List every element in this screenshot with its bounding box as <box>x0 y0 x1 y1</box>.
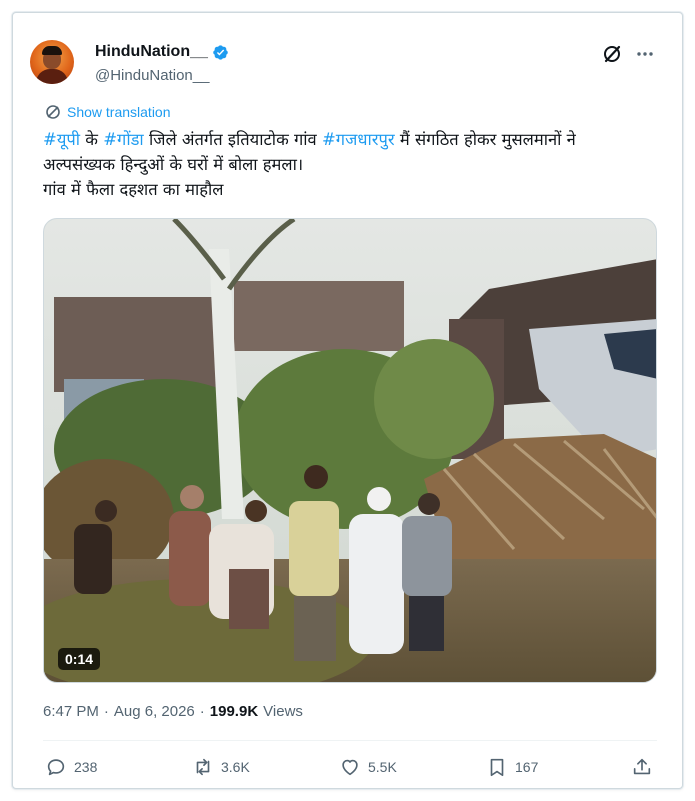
show-translation-link[interactable]: Show translation <box>45 104 171 120</box>
reply-icon <box>47 759 65 776</box>
share-button[interactable] <box>631 756 653 778</box>
author-name-row: HinduNation__ <box>95 43 229 61</box>
tweet-meta: 6:47 PM · Aug 6, 2026 · 199.9K Views <box>43 703 303 720</box>
video-player[interactable]: 0:14 <box>43 218 657 683</box>
header-actions <box>602 44 654 64</box>
show-translation-label[interactable]: Show translation <box>67 104 171 120</box>
avatar[interactable] <box>30 40 74 84</box>
tweet-date[interactable]: Aug 6, 2026 <box>114 703 195 720</box>
like-button[interactable]: 5.5K <box>339 756 397 778</box>
views-label[interactable]: Views <box>263 703 303 720</box>
tweet-time[interactable]: 6:47 PM <box>43 703 99 720</box>
like-icon <box>342 759 358 776</box>
repost-count: 3.6K <box>221 759 250 775</box>
tweet-text-segment: मैं संगठित होकर मुसलमानों ने <box>394 130 576 149</box>
tweet-text-segment: के <box>80 130 104 149</box>
bookmark-button[interactable]: 167 <box>486 756 538 778</box>
video-duration: 0:14 <box>58 648 101 670</box>
views-count[interactable]: 199.9K <box>210 703 258 720</box>
like-count: 5.5K <box>368 759 397 775</box>
grok-icon[interactable] <box>602 44 622 64</box>
repost-icon <box>196 758 210 776</box>
share-icon <box>633 758 651 775</box>
bookmark-count: 167 <box>515 759 539 775</box>
meta-separator: · <box>199 703 205 720</box>
author-display-name[interactable]: HinduNation__ <box>95 43 208 61</box>
hashtag-gonda[interactable]: #गोंडा <box>103 130 144 149</box>
verified-badge-icon <box>213 44 228 60</box>
action-bar: 238 3.6K 5.5K 167 <box>45 756 657 778</box>
meta-separator: · <box>103 703 109 720</box>
more-options-icon[interactable] <box>636 45 654 63</box>
hashtag-up[interactable]: #यूपी <box>43 130 80 149</box>
hashtag-gajdharpur[interactable]: #गजधारपुर <box>322 130 395 149</box>
translate-icon <box>46 105 60 119</box>
reply-count: 238 <box>74 759 98 775</box>
bookmark-icon <box>490 758 504 777</box>
divider <box>43 740 657 741</box>
tweet-line-1: #यूपी के #गोंडा जिले अंतर्गत इतियाटोक गा… <box>43 127 663 152</box>
tweet-line-2: अल्पसंख्यक हिन्दुओं के घरों में बोला हमल… <box>43 155 304 174</box>
tweet-text-segment: जिले अंतर्गत इतियाटोक गांव <box>143 130 322 149</box>
tweet-header: HinduNation__ @HinduNation__ <box>30 30 660 90</box>
tweet-line-3: गांव में फैला दहशत का माहौल <box>43 180 224 199</box>
author-handle[interactable]: @HinduNation__ <box>95 67 209 84</box>
reply-button[interactable]: 238 <box>45 756 97 778</box>
video-frame <box>44 219 656 682</box>
repost-button[interactable]: 3.6K <box>192 756 250 778</box>
tweet-text: #यूपी के #गोंडा जिले अंतर्गत इतियाटोक गा… <box>43 127 663 202</box>
